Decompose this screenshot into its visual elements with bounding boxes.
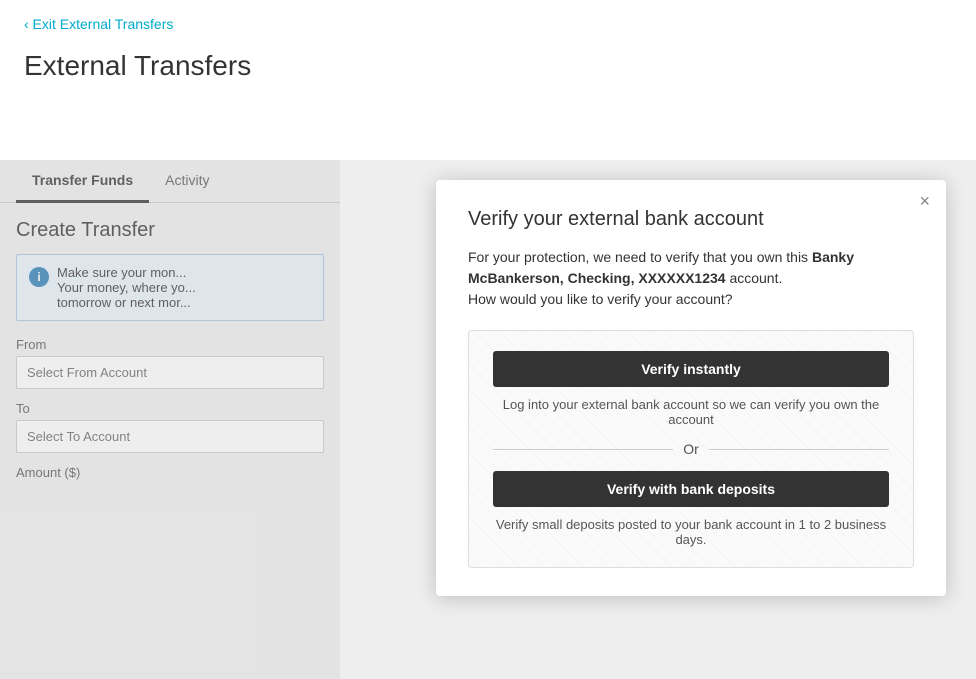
or-line-left (493, 449, 673, 450)
modal-desc-prefix: For your protection, we need to verify t… (468, 249, 812, 265)
modal-question: How would you like to verify your accoun… (468, 291, 733, 307)
or-line-right (709, 449, 889, 450)
modal-backdrop: × Verify your external bank account For … (0, 160, 976, 679)
modal-close-button[interactable]: × (919, 192, 930, 210)
verify-modal: × Verify your external bank account For … (436, 180, 946, 596)
or-divider: Or (493, 441, 889, 457)
page-title: External Transfers (24, 50, 952, 82)
modal-description: For your protection, we need to verify t… (468, 247, 914, 310)
or-text: Or (683, 441, 699, 457)
verify-instantly-desc: Log into your external bank account so w… (493, 397, 889, 427)
modal-title: Verify your external bank account (468, 208, 914, 231)
verify-deposits-desc: Verify small deposits posted to your ban… (493, 517, 889, 547)
verify-deposits-button[interactable]: Verify with bank deposits (493, 471, 889, 507)
modal-desc-suffix: account. (726, 270, 783, 286)
exit-link[interactable]: ‹ Exit External Transfers (24, 16, 173, 32)
header: ‹ Exit External Transfers External Trans… (0, 0, 976, 106)
verify-instantly-button[interactable]: Verify instantly (493, 351, 889, 387)
verify-options-box: Verify instantly Log into your external … (468, 330, 914, 568)
